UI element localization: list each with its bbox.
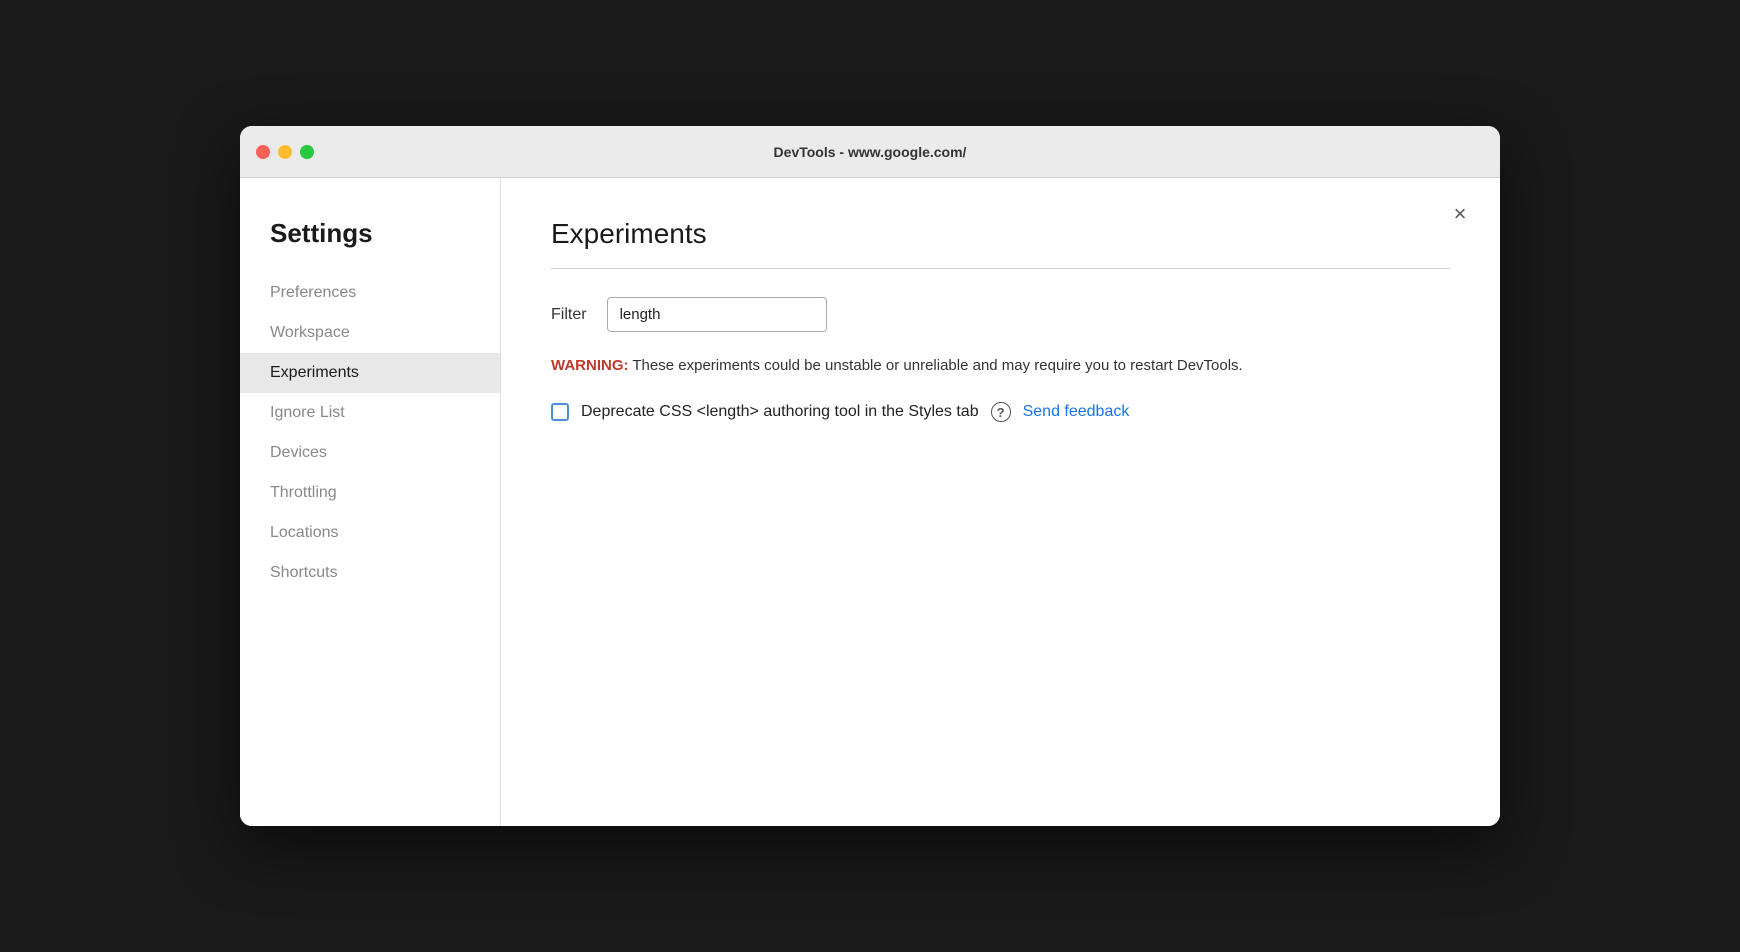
close-button[interactable]: × bbox=[1444, 198, 1476, 230]
page-title: Experiments bbox=[551, 218, 1450, 250]
sidebar-item-experiments[interactable]: Experiments bbox=[240, 353, 500, 393]
sidebar-item-shortcuts[interactable]: Shortcuts bbox=[240, 553, 500, 593]
sidebar-item-locations[interactable]: Locations bbox=[240, 513, 500, 553]
devtools-window: DevTools - www.google.com/ Settings Pref… bbox=[240, 126, 1500, 826]
main-content: × Experiments Filter WARNING: These expe… bbox=[500, 178, 1500, 826]
sidebar-item-throttling[interactable]: Throttling bbox=[240, 473, 500, 513]
minimize-window-button[interactable] bbox=[278, 145, 292, 159]
deprecate-css-length-checkbox[interactable] bbox=[551, 403, 569, 421]
title-divider bbox=[551, 268, 1450, 269]
experiment-row: Deprecate CSS <length> authoring tool in… bbox=[551, 402, 1450, 422]
filter-row: Filter bbox=[551, 297, 1450, 332]
window-controls bbox=[256, 145, 314, 159]
filter-input[interactable] bbox=[607, 297, 827, 332]
sidebar-item-devices[interactable]: Devices bbox=[240, 433, 500, 473]
filter-label: Filter bbox=[551, 306, 587, 324]
sidebar-item-preferences[interactable]: Preferences bbox=[240, 273, 500, 313]
warning-text: WARNING: These experiments could be unst… bbox=[551, 354, 1450, 378]
help-icon[interactable]: ? bbox=[991, 402, 1011, 422]
sidebar-heading: Settings bbox=[240, 218, 500, 273]
sidebar-item-workspace[interactable]: Workspace bbox=[240, 313, 500, 353]
experiment-label: Deprecate CSS <length> authoring tool in… bbox=[581, 403, 979, 421]
sidebar: Settings Preferences Workspace Experimen… bbox=[240, 178, 500, 826]
send-feedback-link[interactable]: Send feedback bbox=[1023, 403, 1130, 421]
warning-body: These experiments could be unstable or u… bbox=[629, 357, 1243, 374]
titlebar-title: DevTools - www.google.com/ bbox=[774, 144, 967, 160]
warning-label: WARNING: bbox=[551, 357, 629, 374]
window-body: Settings Preferences Workspace Experimen… bbox=[240, 178, 1500, 826]
titlebar: DevTools - www.google.com/ bbox=[240, 126, 1500, 178]
close-window-button[interactable] bbox=[256, 145, 270, 159]
sidebar-item-ignore-list[interactable]: Ignore List bbox=[240, 393, 500, 433]
maximize-window-button[interactable] bbox=[300, 145, 314, 159]
